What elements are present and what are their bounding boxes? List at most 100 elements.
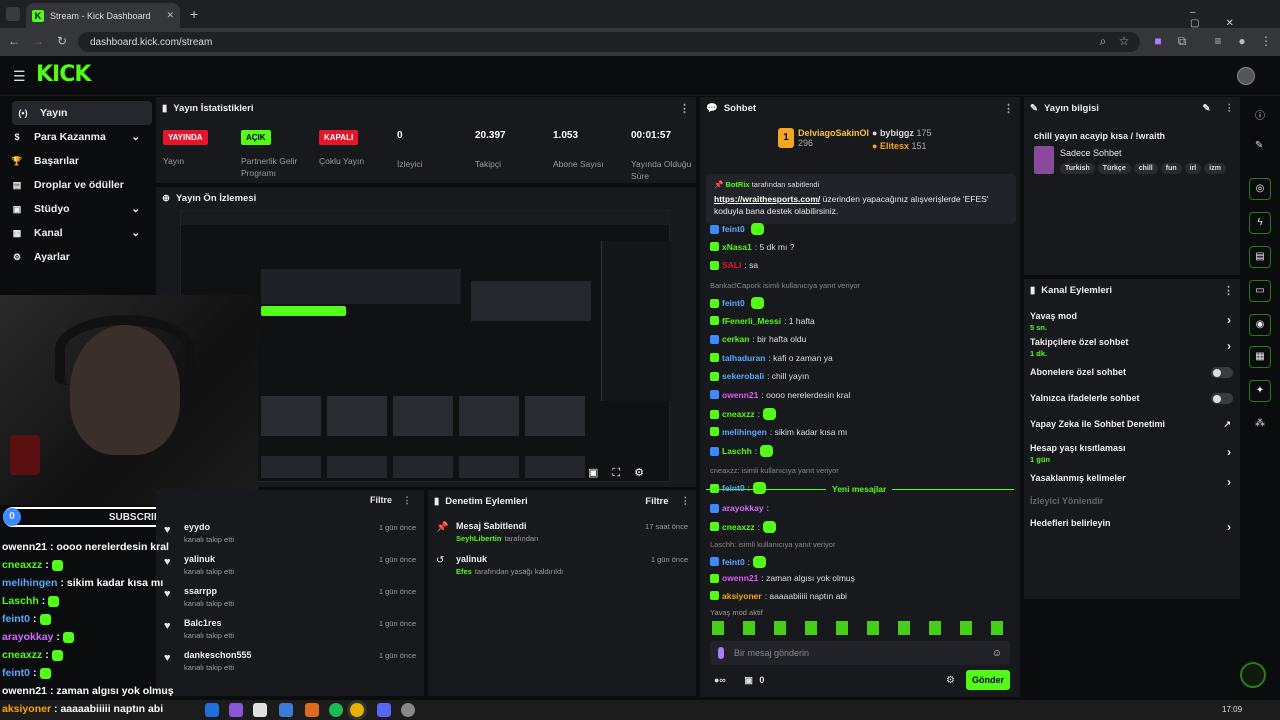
chevron-down-icon[interactable]: ⌄: [131, 131, 140, 143]
chat-message[interactable]: arayokkay:: [710, 503, 769, 513]
profile-avatar-icon[interactable]: ●: [1234, 34, 1250, 48]
taskbar-app-icon[interactable]: [253, 703, 267, 717]
extensions-puzzle-icon[interactable]: ⧉: [1174, 34, 1190, 49]
chevron-right-icon[interactable]: ›: [1227, 339, 1231, 353]
taskbar-app-icon[interactable]: [229, 703, 243, 717]
rail-chat-icon[interactable]: ▭: [1249, 280, 1271, 302]
chat-message[interactable]: xNasa1: 5 dk mı ?: [710, 242, 794, 252]
action-row[interactable]: Takipçilere özel sohbet 1 dk. ›: [1030, 337, 1235, 358]
mic-icon[interactable]: [718, 647, 724, 659]
chat-message[interactable]: SALI: sa: [710, 260, 758, 270]
chat-menu-icon[interactable]: ⋮: [1003, 102, 1014, 115]
preview-controls[interactable]: ▣⛶⚙: [588, 466, 658, 480]
info-circle-icon[interactable]: ⓘ: [1255, 107, 1265, 122]
sidebar-item-stream[interactable]: (•) Yayın: [12, 101, 152, 125]
spotify-icon[interactable]: [329, 703, 343, 717]
chat-message[interactable]: feint0:: [710, 555, 767, 568]
action-row[interactable]: Yasaklanmış kelimeler ›: [1030, 473, 1235, 489]
moderation-filter[interactable]: Filtre: [645, 496, 668, 507]
username[interactable]: sekerobali: [722, 371, 764, 381]
username[interactable]: SALI: [722, 260, 741, 270]
toggle-switch[interactable]: [1211, 393, 1233, 404]
action-row[interactable]: Hedefleri belirleyin ›: [1030, 518, 1235, 534]
pinned-message[interactable]: 📌 BotRix tarafından sabitlendi https://w…: [706, 174, 1016, 224]
gift-icon[interactable]: ▣: [744, 675, 753, 685]
chevron-down-icon[interactable]: ⌄: [131, 227, 140, 239]
url-bar[interactable]: dashboard.kick.com/stream: [78, 32, 1140, 52]
follower-row[interactable]: ♥ dankeschon555 kanalı takip etti 1 gün önc…: [164, 650, 424, 672]
chat-message[interactable]: Laschh:: [710, 445, 774, 457]
top-gifter-1[interactable]: DelviagoSakinOl 296: [798, 128, 869, 148]
pinned-link[interactable]: https://wraithesports.com/: [714, 194, 820, 204]
sidebar-item-studio[interactable]: ▣ Stüdyo ⌄: [0, 197, 150, 221]
taskbar-app-icon[interactable]: [305, 703, 319, 717]
username[interactable]: owenn21: [722, 390, 758, 400]
chat-message[interactable]: cneaxzz:: [710, 520, 776, 533]
info-menu-icon[interactable]: ⋮: [1225, 103, 1235, 114]
chat-message[interactable]: feint0: [710, 223, 764, 235]
stats-menu-icon[interactable]: ⋮: [679, 102, 690, 115]
chat-message[interactable]: aksiyoner: aaaaabiiiii naptın abi: [710, 591, 847, 601]
bookmark-star-icon[interactable]: ☆: [1116, 34, 1132, 48]
chat-settings-icon[interactable]: ⚙: [946, 675, 955, 686]
taskbar-app-icon[interactable]: [401, 703, 415, 717]
tag-chip[interactable]: irl: [1184, 163, 1202, 174]
actions-menu-icon[interactable]: ⋮: [1223, 284, 1234, 297]
sidebar-item-gear[interactable]: ⚙ Ayarlar: [0, 245, 150, 269]
tag-chip[interactable]: Turkish: [1060, 163, 1095, 174]
user-avatar[interactable]: [1237, 67, 1255, 85]
username[interactable]: owenn21: [722, 573, 758, 583]
chat-message[interactable]: cneaxzz:: [710, 408, 776, 420]
chevron-right-icon[interactable]: ›: [1227, 520, 1231, 534]
media-icon[interactable]: ≡: [1210, 34, 1226, 48]
moderation-row[interactable]: ↺ yalinuk Efes tarafından yasağı kaldırıldı…: [436, 554, 692, 576]
followers-filter[interactable]: Filtre ⋮: [370, 495, 412, 506]
pencil-icon[interactable]: ✎: [1255, 140, 1263, 151]
rail-target-icon[interactable]: ◎: [1249, 178, 1271, 200]
top-gifter-3[interactable]: ● Elitesx 151: [872, 141, 927, 151]
send-button[interactable]: Gönder: [966, 670, 1010, 690]
chat-message[interactable]: cerkan: bir hafta oldu: [710, 334, 806, 344]
discord-icon[interactable]: [377, 703, 391, 717]
browser-tab[interactable]: K Stream - Kick Dashboard ✕: [26, 3, 180, 28]
kick-logo[interactable]: KICK: [36, 62, 91, 87]
tag-chip[interactable]: izm: [1204, 163, 1226, 174]
username[interactable]: arayokkay: [722, 503, 764, 513]
close-tab-icon[interactable]: ✕: [166, 10, 174, 21]
forward-icon[interactable]: →: [30, 34, 46, 48]
follower-row[interactable]: ♥ Balc1res kanalı takip etti 1 gün önce: [164, 618, 424, 640]
action-row[interactable]: Hesap yaşı kısıtlaması 1 gün ›: [1030, 443, 1235, 464]
username[interactable]: feint0: [722, 224, 745, 234]
chevron-down-icon[interactable]: ⌄: [131, 203, 140, 215]
chat-message[interactable]: talhaduran: kafi o zaman ya: [710, 353, 833, 363]
sidebar-item-trophy[interactable]: 🏆 Başarılar: [0, 149, 150, 173]
chat-message[interactable]: owenn21: zaman algısı yok olmuş: [710, 573, 855, 583]
action-row[interactable]: Yavaş mod 5 sn. ›: [1030, 311, 1235, 332]
username[interactable]: talhaduran: [722, 353, 765, 363]
edit-icon[interactable]: ✎: [1203, 103, 1211, 114]
chrome-icon[interactable]: [350, 703, 364, 717]
rail-layout-icon[interactable]: ▦: [1249, 346, 1271, 368]
username[interactable]: cneaxzz: [722, 409, 755, 419]
emoji-icon[interactable]: ☺: [992, 648, 1002, 659]
rail-share-icon[interactable]: ⁂: [1255, 418, 1265, 429]
username[interactable]: feint0: [722, 298, 745, 308]
points-icon[interactable]: ●∞: [714, 675, 726, 685]
username[interactable]: feint0: [722, 557, 745, 567]
follower-row[interactable]: ♥ yalinuk kanalı takip etti 1 gün önce: [164, 554, 424, 576]
tab-list-icon[interactable]: [6, 7, 20, 21]
chevron-right-icon[interactable]: ›: [1227, 475, 1231, 489]
toggle-switch[interactable]: [1211, 367, 1233, 378]
tag-chip[interactable]: Türkçe: [1097, 163, 1131, 174]
category-name[interactable]: Sadece Sohbet: [1060, 148, 1122, 158]
browser-menu-icon[interactable]: ⋮: [1258, 34, 1274, 48]
username[interactable]: melihingen: [722, 427, 767, 437]
taskbar-app-icon[interactable]: [205, 703, 219, 717]
username[interactable]: feint0: [722, 483, 745, 493]
extension-icon[interactable]: ■: [1150, 34, 1166, 48]
username[interactable]: cerkan: [722, 334, 749, 344]
action-row[interactable]: Abonelere özel sohbet: [1030, 367, 1235, 378]
moderation-menu-icon[interactable]: ⋮: [681, 496, 691, 507]
action-row[interactable]: Yapay Zeka ile Sohbet Denetimi ↗: [1030, 419, 1235, 429]
back-icon[interactable]: ←: [6, 34, 22, 48]
